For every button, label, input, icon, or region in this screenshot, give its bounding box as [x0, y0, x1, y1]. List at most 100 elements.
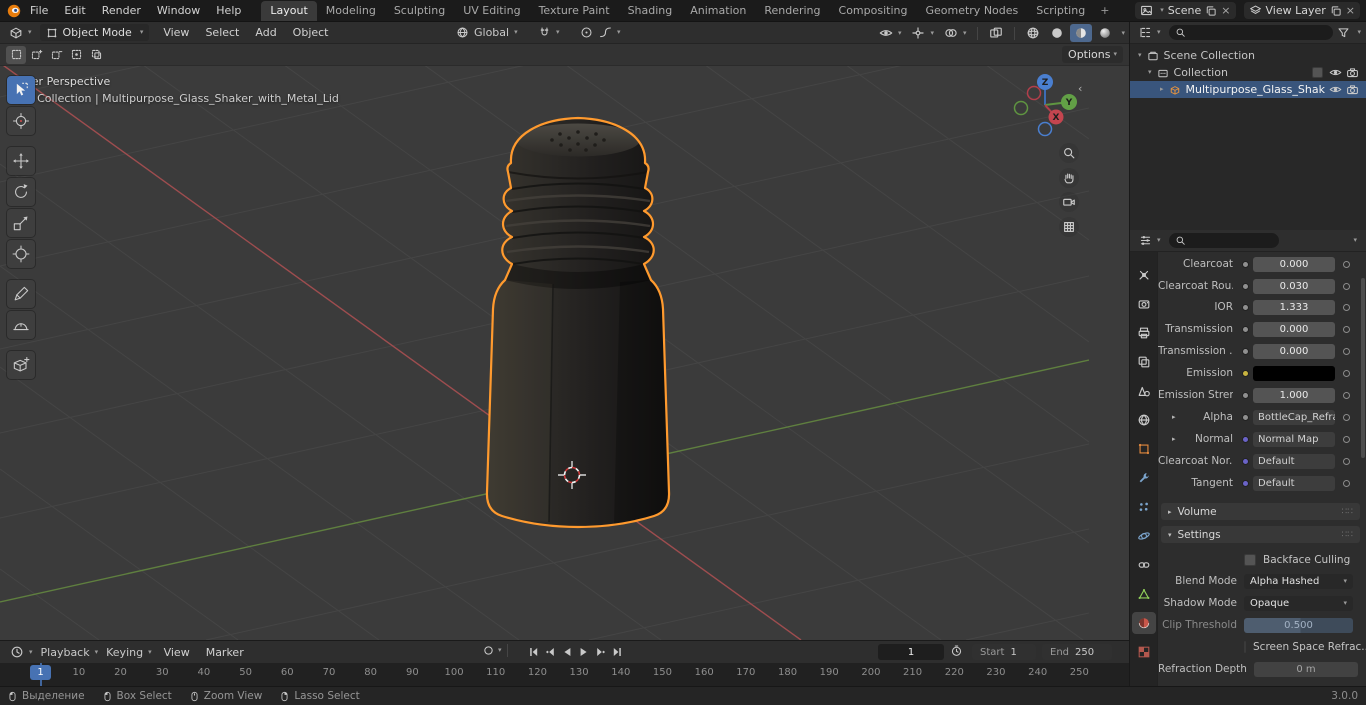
object-mode-dropdown[interactable]: Object Mode ▾: [39, 24, 150, 41]
shading-wireframe-button[interactable]: [1022, 24, 1044, 42]
gizmos-dropdown[interactable]: ▾: [907, 24, 938, 42]
menu-help[interactable]: Help: [208, 0, 249, 21]
camera-icon[interactable]: [1346, 66, 1359, 79]
decorator-dot[interactable]: [1343, 391, 1350, 399]
filter-icon[interactable]: [1337, 26, 1350, 39]
refraction-depth-field[interactable]: 0 m: [1253, 661, 1358, 677]
ior-field[interactable]: 1.333: [1253, 299, 1335, 315]
select-mode-intersect-button[interactable]: [86, 46, 106, 64]
tab-physics[interactable]: [1132, 525, 1156, 547]
outliner-options-chevron[interactable]: ▾: [1357, 29, 1361, 36]
tab-rendering[interactable]: Rendering: [755, 1, 829, 21]
clearcoat-field[interactable]: 0.000: [1253, 256, 1335, 272]
outliner-editor-type-button[interactable]: ▾: [1135, 24, 1165, 41]
menu-file[interactable]: File: [22, 0, 56, 21]
decorator-dot[interactable]: [1343, 369, 1350, 377]
outliner-row-object-selected[interactable]: ▸ Multipurpose_Glass_Shak: [1130, 81, 1366, 98]
navigation-gizmo[interactable]: Z Y X: [1010, 70, 1080, 140]
menu-select[interactable]: Select: [197, 22, 247, 43]
select-mode-extend-button[interactable]: [26, 46, 46, 64]
tab-output[interactable]: [1132, 322, 1156, 344]
tab-shading[interactable]: Shading: [619, 1, 682, 21]
options-button[interactable]: Options ▾: [1062, 46, 1123, 63]
scene-browse-icon[interactable]: [1140, 4, 1153, 17]
start-frame-field[interactable]: Start 1: [972, 644, 1036, 660]
tab-modifiers[interactable]: [1132, 467, 1156, 489]
object-visibility-dropdown[interactable]: ▾: [875, 24, 906, 42]
tab-texture-paint[interactable]: Texture Paint: [530, 1, 619, 21]
tab-view-layer[interactable]: [1132, 351, 1156, 373]
tab-animation[interactable]: Animation: [681, 1, 755, 21]
record-icon[interactable]: [482, 644, 495, 657]
eye-icon[interactable]: [1329, 83, 1342, 96]
playhead-frame-badge[interactable]: 1: [30, 665, 51, 680]
expand-icon[interactable]: ▸: [1160, 86, 1164, 93]
decorator-dot[interactable]: [1343, 325, 1350, 333]
tab-object[interactable]: [1132, 438, 1156, 460]
screen-space-refraction-checkbox[interactable]: [1244, 641, 1246, 653]
normal-link-field[interactable]: Normal Map: [1253, 431, 1335, 447]
shadow-mode-dropdown[interactable]: Opaque ▾: [1244, 595, 1353, 611]
snap-dropdown[interactable]: ▾: [534, 24, 564, 41]
menu-window[interactable]: Window: [149, 0, 208, 21]
preview-range-toggle[interactable]: [950, 644, 963, 657]
tab-uv-editing[interactable]: UV Editing: [454, 1, 529, 21]
decorator-dot[interactable]: [1343, 282, 1350, 290]
expand-icon[interactable]: ▸: [1172, 413, 1176, 421]
eye-icon[interactable]: [1329, 66, 1342, 79]
expand-icon[interactable]: ▾: [1148, 69, 1152, 76]
properties-editor-type-button[interactable]: ▾: [1135, 232, 1165, 249]
editor-type-button[interactable]: ▾: [5, 24, 36, 42]
tab-modeling[interactable]: Modeling: [317, 1, 385, 21]
decorator-dot[interactable]: [1343, 303, 1350, 311]
timeline-marker-menu[interactable]: Marker: [198, 642, 252, 663]
shading-material-button[interactable]: [1070, 24, 1093, 42]
properties-options-chevron[interactable]: ▾: [1353, 237, 1357, 244]
expand-icon[interactable]: ▸: [1172, 435, 1176, 443]
tool-transform[interactable]: [7, 240, 35, 268]
zoom-button[interactable]: [1059, 143, 1079, 163]
emission-strength-field[interactable]: 1.000: [1253, 387, 1335, 403]
auto-key-chevron[interactable]: ▾: [498, 647, 502, 654]
menu-object[interactable]: Object: [285, 22, 337, 43]
menu-render[interactable]: Render: [94, 0, 149, 21]
play-button[interactable]: [575, 644, 592, 659]
select-mode-invert-button[interactable]: [66, 46, 86, 64]
outliner-row-collection[interactable]: ▾ Collection: [1130, 64, 1366, 81]
blender-logo[interactable]: [6, 3, 22, 19]
emission-color-field[interactable]: [1253, 365, 1335, 381]
current-frame-field[interactable]: 1: [878, 644, 944, 660]
proportional-editing-group[interactable]: ▾: [576, 24, 625, 41]
tab-particles[interactable]: [1132, 496, 1156, 518]
tab-render[interactable]: [1132, 293, 1156, 315]
overlays-dropdown[interactable]: ▾: [940, 24, 971, 42]
view-layer-name-field[interactable]: View Layer: [1266, 4, 1326, 17]
scene-new-icon[interactable]: [1205, 5, 1217, 17]
keying-menu[interactable]: Keying ▾: [102, 644, 155, 661]
timeline-view-menu[interactable]: View: [156, 642, 198, 663]
decorator-dot[interactable]: [1343, 479, 1350, 487]
tab-material[interactable]: [1132, 612, 1156, 634]
next-keyframe-button[interactable]: [592, 644, 609, 659]
settings-section-header[interactable]: ▾ Settings ∷∷: [1161, 526, 1360, 543]
tab-tool[interactable]: [1132, 264, 1156, 286]
shading-rendered-button[interactable]: [1094, 24, 1116, 42]
scene-browse-chevron[interactable]: ▾: [1160, 7, 1164, 14]
backface-culling-checkbox[interactable]: [1244, 554, 1256, 566]
tool-scale[interactable]: [7, 209, 35, 237]
decorator-dot[interactable]: [1343, 435, 1350, 443]
select-mode-subtract-button[interactable]: [46, 46, 66, 64]
decorator-dot[interactable]: [1343, 413, 1350, 421]
view-layer-remove-icon[interactable]: ×: [1346, 4, 1355, 17]
collection-checkbox[interactable]: [1312, 67, 1323, 78]
select-mode-new-button[interactable]: [6, 45, 26, 64]
tool-rotate[interactable]: [7, 178, 35, 206]
camera-view-button[interactable]: [1059, 192, 1079, 212]
tab-texture[interactable]: [1132, 641, 1156, 663]
xray-toggle[interactable]: [985, 24, 1007, 42]
properties-search-input[interactable]: [1168, 233, 1279, 248]
sidebar-toggle-arrow[interactable]: ‹: [1078, 82, 1082, 95]
tangent-field[interactable]: Default: [1253, 475, 1335, 491]
ortho-toggle-button[interactable]: [1059, 217, 1079, 237]
decorator-dot[interactable]: [1343, 347, 1350, 355]
